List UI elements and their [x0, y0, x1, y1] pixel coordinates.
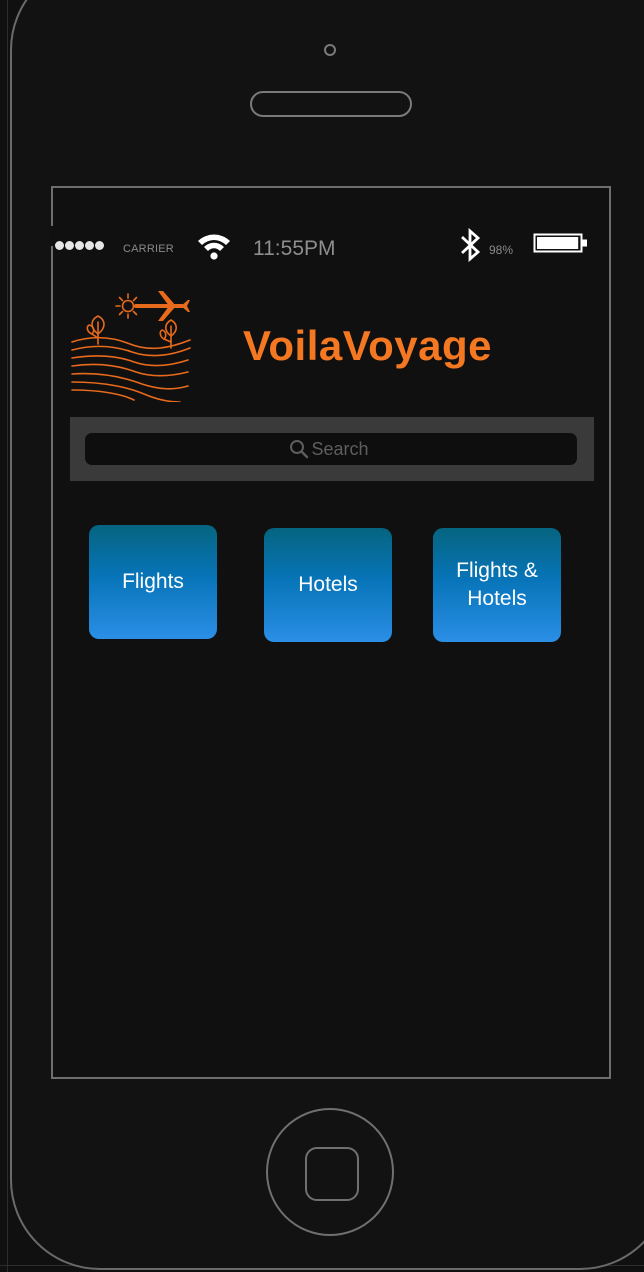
- search-bar: [70, 417, 594, 481]
- search-input[interactable]: [311, 438, 374, 460]
- home-button[interactable]: [266, 1108, 394, 1236]
- brand-title: VoilaVoyage: [243, 322, 493, 369]
- mockup-canvas: CARRIER 11:55PM 98% VoilaVoyage Search F…: [0, 0, 644, 1272]
- battery-icon: [533, 233, 587, 253]
- home-square-icon: [305, 1147, 359, 1201]
- battery-percent: 98%: [489, 243, 514, 257]
- status-bar: CARRIER 11:55PM 98%: [55, 226, 595, 266]
- signal-strength-icon: [55, 241, 104, 250]
- hotels-button[interactable]: Hotels: [264, 528, 392, 642]
- front-camera-icon: [324, 44, 336, 56]
- flights-and-hotels-button[interactable]: Flights & Hotels: [433, 528, 561, 642]
- earpiece-speaker: [250, 91, 412, 117]
- hotels-button-label: Hotels: [298, 573, 358, 596]
- farm-plane-sun-logo-icon: [71, 291, 191, 402]
- bluetooth-icon: [461, 228, 481, 262]
- clock-time: 11:55PM: [253, 237, 336, 260]
- search-field[interactable]: [85, 433, 577, 465]
- carrier-label: CARRIER: [123, 243, 174, 255]
- search-icon: [289, 440, 308, 459]
- guide-line-vertical: [7, 0, 8, 1272]
- flights-and-hotels-button-label: Flights & Hotels: [456, 559, 538, 610]
- flights-button-label: Flights: [122, 570, 184, 593]
- flights-button[interactable]: Flights: [89, 525, 217, 639]
- wifi-icon: [198, 234, 230, 260]
